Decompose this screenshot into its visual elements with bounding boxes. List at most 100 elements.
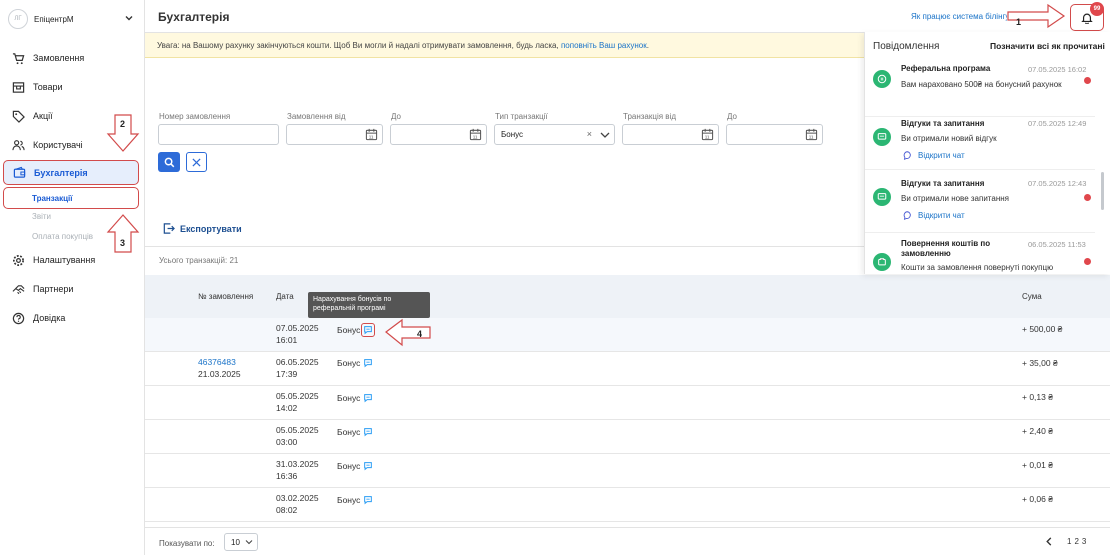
row-sum: + 0,01 ₴: [1022, 460, 1053, 470]
unread-dot: [1084, 77, 1091, 84]
page-title: Бухгалтерія: [158, 10, 230, 24]
calendar-icon[interactable]: 11: [701, 128, 714, 141]
sidebar-item-label: Акції: [33, 111, 53, 121]
comment-icon[interactable]: [363, 427, 373, 437]
sidebar-item-orders[interactable]: Замовлення: [0, 47, 145, 69]
row-sum: + 35,00 ₴: [1022, 358, 1058, 368]
per-page-select[interactable]: 10: [224, 533, 258, 551]
order-from-date-input[interactable]: 11: [286, 124, 383, 145]
billing-help-link[interactable]: Як працює система білінгу: [911, 12, 1007, 21]
sidebar-item-label: Партнери: [33, 284, 74, 294]
row-date: 31.03.2025 16:36: [276, 459, 319, 481]
cart-icon: [11, 51, 25, 65]
sidebar-item-users[interactable]: Користувачі: [0, 134, 145, 156]
wallet-icon: [12, 166, 26, 180]
page-3[interactable]: 3: [1082, 537, 1086, 546]
tx-type-select[interactable]: Бонус ×: [494, 124, 615, 145]
order-to-label: До: [391, 112, 401, 121]
tx-from-label: Транзакція від: [623, 112, 676, 121]
row-date: 05.05.2025 14:02: [276, 391, 319, 413]
chevron-left-icon[interactable]: [1045, 537, 1053, 546]
row-sum: + 2,40 ₴: [1022, 426, 1053, 436]
sidebar-item-partners[interactable]: Партнери: [0, 278, 145, 300]
sidebar-item-label: Налаштування: [33, 255, 96, 265]
pagination: 1 2 3: [1042, 537, 1086, 546]
total-transactions: Усього транзакцій: 21: [159, 256, 239, 265]
close-icon: [192, 157, 201, 167]
tx-type-label: Тип транзакції: [495, 112, 548, 121]
row-date: 07.05.2025 16:01: [276, 323, 319, 345]
page-2[interactable]: 2: [1074, 537, 1078, 546]
notification-item[interactable]: Відгуки та запитання 07.05.2025 12:49 Ви…: [865, 117, 1095, 170]
row-date: 03.02.2025 08:02: [276, 493, 319, 515]
gear-icon: [11, 253, 25, 267]
sidebar-item-label: Довідка: [33, 313, 66, 323]
annotation-number: 1: [1016, 17, 1022, 27]
open-chat-link[interactable]: Відкрити чат: [903, 211, 965, 220]
svg-text:11: 11: [369, 135, 374, 140]
brand-switcher[interactable]: ЛГ ЕпіцентрМ: [8, 8, 138, 30]
order-number-label: Номер замовлення: [159, 112, 231, 121]
calendar-icon[interactable]: 11: [805, 128, 818, 141]
type-tooltip: Нарахування бонусів по реферальній прогр…: [308, 292, 430, 318]
reset-filters-button[interactable]: [186, 152, 207, 172]
col-date: Дата: [276, 292, 294, 301]
comment-icon[interactable]: [361, 323, 376, 337]
notification-item[interactable]: Реферальна програма 07.05.2025 16:02 Вам…: [865, 57, 1095, 117]
sidebar-item-label: Бухгалтерія: [34, 167, 88, 178]
chevron-down-icon: [245, 539, 253, 545]
subnav-transactions[interactable]: Транзакції: [3, 187, 139, 209]
notification-count-badge: 99: [1090, 2, 1104, 16]
table-footer: Показувати по: 10 1 2 3: [145, 527, 1110, 555]
sidebar-item-settings[interactable]: Налаштування: [0, 249, 145, 271]
notifications-title: Повідомлення: [873, 41, 940, 52]
subnav-purchase-payment[interactable]: Оплата покупців: [32, 232, 93, 241]
sidebar-item-help[interactable]: Довідка: [0, 307, 145, 329]
export-button[interactable]: Експортувати: [162, 222, 242, 235]
row-type: Бонус: [337, 357, 373, 369]
page-1[interactable]: 1: [1067, 537, 1071, 546]
box-icon: [11, 80, 25, 94]
users-icon: [11, 138, 25, 152]
top-up-link[interactable]: поповніть Ваш рахунок: [561, 41, 647, 50]
svg-text:11: 11: [705, 135, 710, 140]
low-balance-warning: Увага: на Вашому рахунку закінчуються ко…: [145, 33, 865, 58]
row-type: Бонус: [337, 460, 373, 472]
warning-text: Увага: на Вашому рахунку закінчуються ко…: [157, 41, 561, 50]
tx-to-date-input[interactable]: 11: [726, 124, 823, 145]
mark-all-read-button[interactable]: Позначити всі як прочитані: [990, 41, 1105, 51]
notification-item[interactable]: Повернення коштів по замовленню 06.05.20…: [865, 233, 1095, 274]
comment-icon[interactable]: [363, 358, 373, 368]
notification-item[interactable]: Відгуки та запитання 07.05.2025 12:43 Ви…: [865, 170, 1095, 233]
col-order: № замовлення: [198, 292, 254, 301]
brand-logo: ЛГ: [8, 9, 28, 29]
order-from-label: Замовлення від: [287, 112, 346, 121]
notifications-scrollbar[interactable]: [1101, 172, 1104, 210]
order-link[interactable]: 46376483: [198, 357, 236, 367]
comment-icon[interactable]: [363, 461, 373, 471]
subnav-reports[interactable]: Звіти: [32, 212, 51, 221]
calendar-icon[interactable]: 11: [469, 128, 482, 141]
sidebar-item-label: Замовлення: [33, 53, 85, 63]
sidebar-item-accounting[interactable]: Бухгалтерія: [3, 160, 139, 185]
comment-icon[interactable]: [363, 495, 373, 505]
search-button[interactable]: [158, 152, 180, 172]
brand-name: ЕпіцентрМ: [34, 14, 74, 24]
comment-icon[interactable]: [363, 393, 373, 403]
warning-tail: .: [646, 41, 649, 50]
row-sum: + 0,06 ₴: [1022, 494, 1053, 504]
notifications-button[interactable]: 99: [1070, 2, 1104, 31]
clear-icon[interactable]: ×: [587, 129, 592, 139]
unread-dot: [1084, 194, 1091, 201]
row-type: Бонус: [337, 323, 376, 337]
open-chat-link[interactable]: Відкрити чат: [903, 151, 965, 160]
sidebar-item-label: Користувачі: [33, 140, 83, 150]
tx-from-date-input[interactable]: 11: [622, 124, 719, 145]
sidebar-item-products[interactable]: Товари: [0, 76, 145, 98]
export-label: Експортувати: [180, 223, 242, 234]
order-number-input[interactable]: [158, 124, 279, 145]
sidebar: ЛГ ЕпіцентрМ Замовлення Товари Акції Кор…: [0, 0, 145, 555]
order-to-date-input[interactable]: 11: [390, 124, 487, 145]
help-icon: [11, 311, 25, 325]
calendar-icon[interactable]: 11: [365, 128, 378, 141]
